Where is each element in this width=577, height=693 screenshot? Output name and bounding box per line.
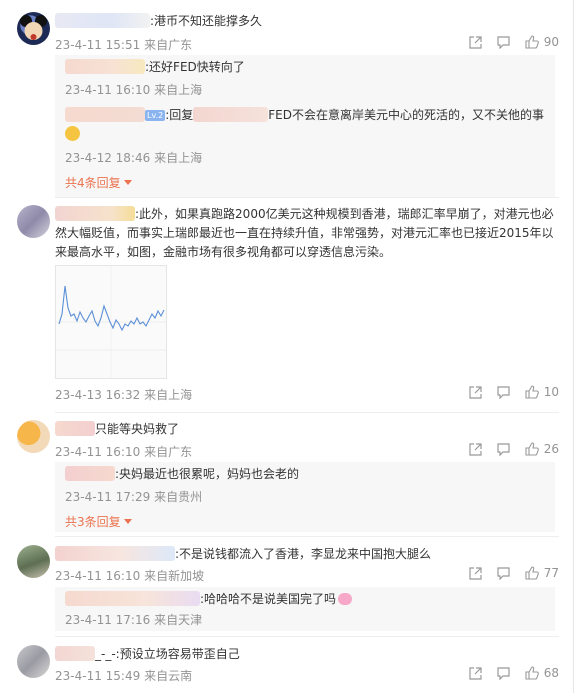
divider [55,412,559,413]
comment-time: 23-4-11 16:10 [55,445,141,459]
comment-actions: 68 [469,666,559,680]
reply-meta: 23-4-11 17:16 来自天津 [65,611,202,628]
comment-location: 来自广东 [144,445,193,459]
comment-time: 23-4-13 16:32 [55,388,141,402]
reply-list: :央妈最近也很累呢，妈妈也会老的 23-4-11 17:29 来自贵州 共3条回… [55,462,555,532]
reply-list: :还好FED快转向了 23-4-11 16:10 来自上海 Lv.2:回复 FED… [55,55,555,197]
comment-icon[interactable] [497,566,511,580]
like-button[interactable]: 26 [525,442,559,456]
page-edge-line [573,0,574,693]
comment-actions: 10 [469,385,559,399]
comment-meta: 23-4-11 16:10 来自广东 [55,443,192,460]
reply-text: :哈哈哈不是说美国完了吗 [200,592,337,606]
thumbs-up-icon [525,442,539,456]
avatar[interactable] [17,205,50,238]
comment-text: 只能等央妈救了 [95,422,180,436]
comment-location: 来自云南 [144,669,193,683]
chart-image[interactable] [55,265,167,379]
username-blurred[interactable] [65,591,200,606]
avatar[interactable] [17,545,50,578]
reply-prefix: :回复 [165,108,194,122]
more-replies-link[interactable]: 共3条回复 [65,513,132,530]
avatar[interactable] [17,645,50,678]
like-count: 77 [543,566,559,580]
reply-list: :哈哈哈不是说美国完了吗 23-4-11 17:16 来自天津 [55,587,555,631]
comment-time: 23-4-11 15:51 [55,38,141,52]
chevron-down-icon [123,518,132,524]
comment-meta: 23-4-13 16:32 来自上海 [55,386,192,403]
comment-location: 来自广东 [144,38,193,52]
thumbs-up-icon [525,566,539,580]
reply-location: 来自贵州 [154,490,203,504]
divider [55,197,559,198]
comment-icon[interactable] [497,35,511,49]
comment-text: :预设立场容易带歪自己 [115,647,240,661]
chevron-down-icon [123,179,132,185]
reply-time: 23-4-12 18:46 [65,151,151,165]
comment-actions: 90 [469,35,559,49]
divider [55,636,559,637]
thumbs-up-icon [525,666,539,680]
share-icon[interactable] [469,35,483,49]
share-icon[interactable] [469,666,483,680]
like-count: 90 [543,35,559,49]
comment-icon[interactable] [497,442,511,456]
reply-text: FED不会在意离岸美元中心的死活的，又不关他的事 [268,108,544,122]
avatar[interactable] [17,420,50,453]
share-icon[interactable] [469,566,483,580]
mention-blurred[interactable] [193,107,269,122]
like-button[interactable]: 68 [525,666,559,680]
like-count: 10 [543,385,559,399]
username-blurred[interactable] [65,466,115,481]
emoji-icon [65,126,80,141]
username-blurred[interactable] [55,206,135,221]
comment-text: :港币不知还能撑多久 [150,14,263,28]
comment-meta: 23-4-11 15:51 来自广东 [55,36,192,53]
pig-emoji-icon [338,593,353,605]
reply-time: 23-4-11 17:29 [65,490,151,504]
username-blurred[interactable] [65,59,145,74]
username-blurred[interactable] [55,646,95,661]
reply-meta: 23-4-11 17:29 来自贵州 [65,488,202,505]
comment-text: :不是说钱都流入了香港，李显龙来中国抱大腿么 [175,547,432,561]
comment-location: 来自上海 [144,388,193,402]
reply-location: 来自上海 [154,151,203,165]
username-blurred[interactable] [55,13,150,28]
reply-time: 23-4-11 16:10 [65,83,151,97]
comment-location: 来自新加坡 [144,569,205,583]
username-blurred[interactable] [55,546,175,561]
reply-text: :还好FED快转向了 [145,60,245,74]
comment-actions: 77 [469,566,559,580]
comment-icon[interactable] [497,385,511,399]
reply-time: 23-4-11 17:16 [65,613,151,627]
share-icon[interactable] [469,442,483,456]
reply-location: 来自上海 [154,83,203,97]
comment-icon[interactable] [497,666,511,680]
like-button[interactable]: 90 [525,35,559,49]
comment-actions: 26 [469,442,559,456]
reply-meta: 23-4-11 16:10 来自上海 [65,81,202,98]
thumbs-up-icon [525,35,539,49]
username-blurred[interactable] [65,107,145,122]
divider [55,536,559,537]
like-button[interactable]: 10 [525,385,559,399]
like-count: 68 [543,666,559,680]
reply-location: 来自天津 [154,613,203,627]
more-replies-link[interactable]: 共4条回复 [65,174,132,191]
share-icon[interactable] [469,385,483,399]
reply-text: :央妈最近也很累呢，妈妈也会老的 [115,467,300,481]
comment-meta: 23-4-11 15:49 来自云南 [55,667,192,684]
avatar[interactable] [17,12,50,45]
comment-time: 23-4-11 15:49 [55,669,141,683]
level-badge: Lv.2 [145,110,166,121]
like-button[interactable]: 77 [525,566,559,580]
comment-meta: 23-4-11 16:10 来自新加坡 [55,567,204,584]
thumbs-up-icon [525,385,539,399]
like-count: 26 [543,442,559,456]
comment-time: 23-4-11 16:10 [55,569,141,583]
username-suffix[interactable]: _-_- [95,647,116,661]
username-blurred[interactable] [55,421,95,436]
reply-meta: 23-4-12 18:46 来自上海 [65,149,202,166]
